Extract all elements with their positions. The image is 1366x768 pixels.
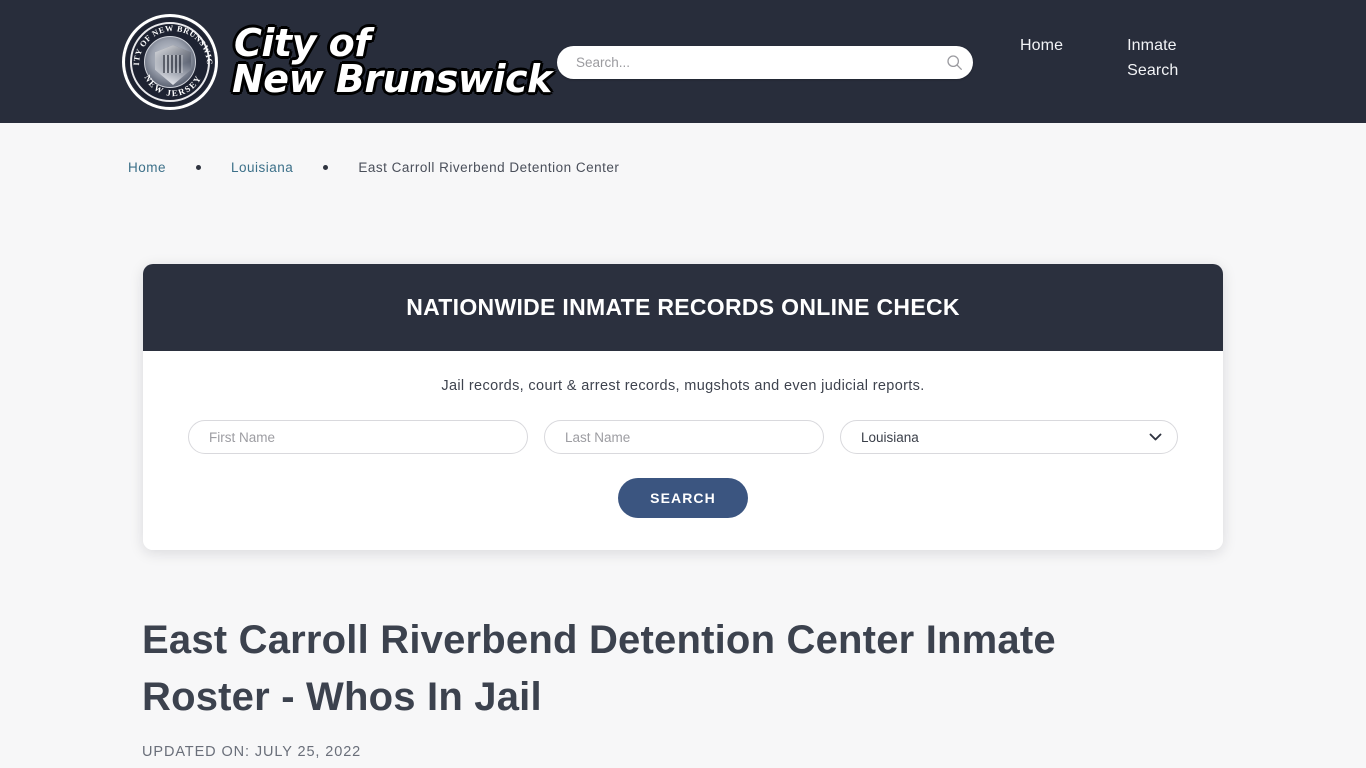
first-name-input[interactable] (188, 420, 528, 454)
brand-logo-link[interactable]: CITY OF NEW BRUNSWICK NEW JERSEY City of… (122, 8, 552, 116)
breadcrumb-item-louisiana[interactable]: Louisiana (231, 160, 293, 175)
last-name-input[interactable] (544, 420, 824, 454)
breadcrumb-separator (323, 165, 329, 170)
seal-top-text: CITY OF NEW BRUNSWICK (125, 17, 214, 66)
updated-on-label: UPDATED ON: JULY 25, 2022 (142, 744, 362, 760)
seal-text-svg: CITY OF NEW BRUNSWICK NEW JERSEY (125, 17, 214, 98)
search-card-body: Jail records, court & arrest records, mu… (143, 351, 1223, 550)
article-section: East Carroll Riverbend Detention Center … (142, 612, 1142, 760)
nav-item-inmate-search[interactable]: Inmate Search (1127, 34, 1205, 83)
main-navigation: Home Inmate Search (1020, 34, 1205, 83)
breadcrumb: Home Louisiana East Carroll Riverbend De… (128, 160, 619, 175)
page-title: East Carroll Riverbend Detention Center … (142, 618, 1056, 719)
search-submit-button[interactable]: SEARCH (618, 478, 748, 518)
seal-bottom-text: NEW JERSEY (142, 73, 203, 98)
search-input[interactable] (557, 55, 935, 70)
search-submit-row: SEARCH (167, 478, 1199, 518)
nav-item-home[interactable]: Home (1020, 34, 1063, 59)
search-card-subtitle: Jail records, court & arrest records, mu… (441, 378, 925, 394)
site-header: CITY OF NEW BRUNSWICK NEW JERSEY City of… (0, 0, 1366, 123)
state-select-wrapper: Louisiana (840, 420, 1178, 454)
inmate-search-card: NATIONWIDE INMATE RECORDS ONLINE CHECK J… (143, 264, 1223, 550)
search-icon[interactable] (935, 46, 973, 79)
search-icon-glyph (946, 55, 962, 70)
breadcrumb-item-home[interactable]: Home (128, 160, 166, 175)
breadcrumb-separator (196, 165, 202, 170)
search-card-header: NATIONWIDE INMATE RECORDS ONLINE CHECK (143, 264, 1223, 351)
breadcrumb-item-current: East Carroll Riverbend Detention Center (358, 160, 620, 175)
inmate-search-form: Louisiana (167, 420, 1199, 454)
brand-wordmark-line2: New Brunswick (232, 57, 552, 101)
brand-wordmark: City of New Brunswick (232, 24, 552, 101)
city-seal-icon: CITY OF NEW BRUNSWICK NEW JERSEY (122, 14, 218, 110)
search-card-title: NATIONWIDE INMATE RECORDS ONLINE CHECK (406, 294, 960, 320)
header-search-bar[interactable] (557, 46, 973, 79)
state-select[interactable]: Louisiana (840, 420, 1178, 454)
